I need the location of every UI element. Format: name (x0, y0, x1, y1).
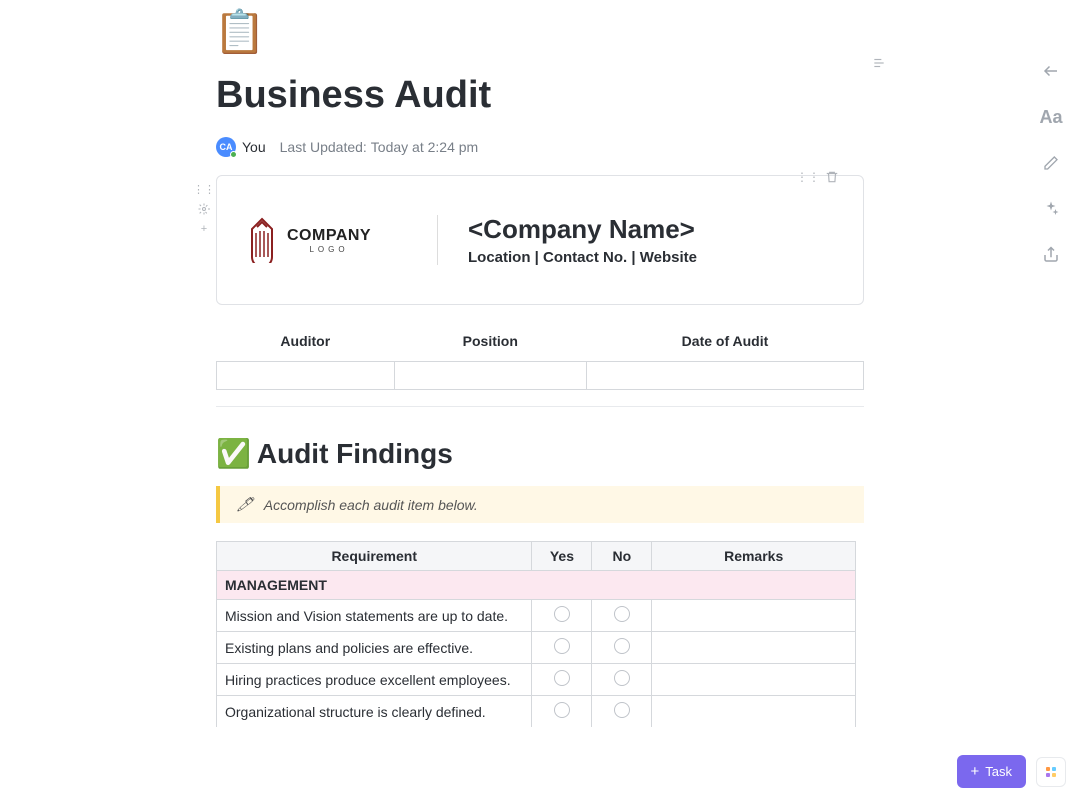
company-name[interactable]: <Company Name> (468, 214, 833, 245)
col-no: No (592, 542, 652, 571)
findings-table: Requirement Yes No Remarks MANAGEMENT Mi… (216, 541, 856, 727)
apps-button[interactable] (1036, 757, 1066, 787)
drag-icon[interactable]: ⋮⋮ (197, 182, 211, 196)
logo-subtext: LOGO (309, 245, 348, 254)
logo-mark-icon (247, 217, 277, 263)
gear-icon[interactable] (197, 202, 211, 216)
note-icon: 🖊 (236, 496, 254, 513)
divider (437, 215, 438, 265)
info-header-position: Position (394, 321, 586, 362)
remarks-cell[interactable] (652, 600, 856, 632)
avatar-initials: CA (220, 142, 233, 152)
logo-text: COMPANY (287, 227, 371, 245)
heading-icon: ✅ (216, 437, 251, 470)
task-button[interactable]: + Task (957, 755, 1027, 788)
right-rail: Aa (1040, 60, 1062, 266)
font-icon[interactable]: Aa (1040, 106, 1062, 128)
heading-text: Audit Findings (257, 438, 453, 470)
info-cell-auditor[interactable] (217, 362, 395, 390)
radio-yes[interactable] (554, 670, 570, 686)
author-label: You (242, 139, 266, 155)
radio-no[interactable] (614, 670, 630, 686)
last-updated-label: Last Updated: (280, 139, 367, 155)
sparkle-icon[interactable] (1040, 198, 1062, 220)
radio-no[interactable] (614, 606, 630, 622)
task-button-label: Task (985, 764, 1012, 779)
radio-yes[interactable] (554, 702, 570, 718)
col-requirement: Requirement (217, 542, 532, 571)
trash-icon[interactable] (825, 170, 839, 184)
remarks-cell[interactable] (652, 664, 856, 696)
requirement-cell[interactable]: Hiring practices produce excellent emplo… (217, 664, 532, 696)
radio-yes[interactable] (554, 638, 570, 654)
plus-icon: + (971, 763, 980, 780)
table-row: Mission and Vision statements are up to … (217, 600, 856, 632)
last-updated-value: Today at 2:24 pm (371, 139, 478, 155)
avatar[interactable]: CA (216, 137, 236, 157)
remarks-cell[interactable] (652, 696, 856, 728)
section-heading: ✅ Audit Findings (216, 437, 864, 470)
drag-handle-icon[interactable]: ⋮⋮ (801, 170, 815, 184)
share-icon[interactable] (1040, 244, 1062, 266)
collapse-icon[interactable] (1040, 60, 1062, 82)
requirement-cell[interactable]: Mission and Vision statements are up to … (217, 600, 532, 632)
page-title: Business Audit (216, 74, 864, 117)
remarks-cell[interactable] (652, 632, 856, 664)
radio-no[interactable] (614, 638, 630, 654)
table-row: Existing plans and policies are effectiv… (217, 632, 856, 664)
toc-icon[interactable] (871, 56, 887, 73)
category-cell: MANAGEMENT (217, 571, 856, 600)
radio-no[interactable] (614, 702, 630, 718)
page-icon[interactable]: 📋 (216, 8, 264, 56)
requirement-cell[interactable]: Existing plans and policies are effectiv… (217, 632, 532, 664)
table-row: Organizational structure is clearly defi… (217, 696, 856, 728)
table-row: Hiring practices produce excellent emplo… (217, 664, 856, 696)
note-text: Accomplish each audit item below. (264, 497, 478, 513)
company-block[interactable]: ⋮⋮ ⋮⋮ + COMPANY LOGO (216, 175, 864, 305)
info-header-auditor: Auditor (217, 321, 395, 362)
col-yes: Yes (532, 542, 592, 571)
plus-icon[interactable]: + (197, 222, 211, 236)
apps-grid-icon (1046, 767, 1056, 777)
divider (216, 406, 864, 407)
company-subline[interactable]: Location | Contact No. | Website (468, 249, 833, 266)
edit-icon[interactable] (1040, 152, 1062, 174)
note-banner: 🖊 Accomplish each audit item below. (216, 486, 864, 523)
col-remarks: Remarks (652, 542, 856, 571)
meta-row: CA You Last Updated: Today at 2:24 pm (216, 137, 864, 157)
requirement-cell[interactable]: Organizational structure is clearly defi… (217, 696, 532, 728)
info-table: Auditor Position Date of Audit (216, 321, 864, 390)
info-header-date: Date of Audit (586, 321, 863, 362)
company-logo: COMPANY LOGO (247, 217, 407, 263)
presence-dot (230, 151, 237, 158)
info-cell-date[interactable] (586, 362, 863, 390)
radio-yes[interactable] (554, 606, 570, 622)
info-cell-position[interactable] (394, 362, 586, 390)
